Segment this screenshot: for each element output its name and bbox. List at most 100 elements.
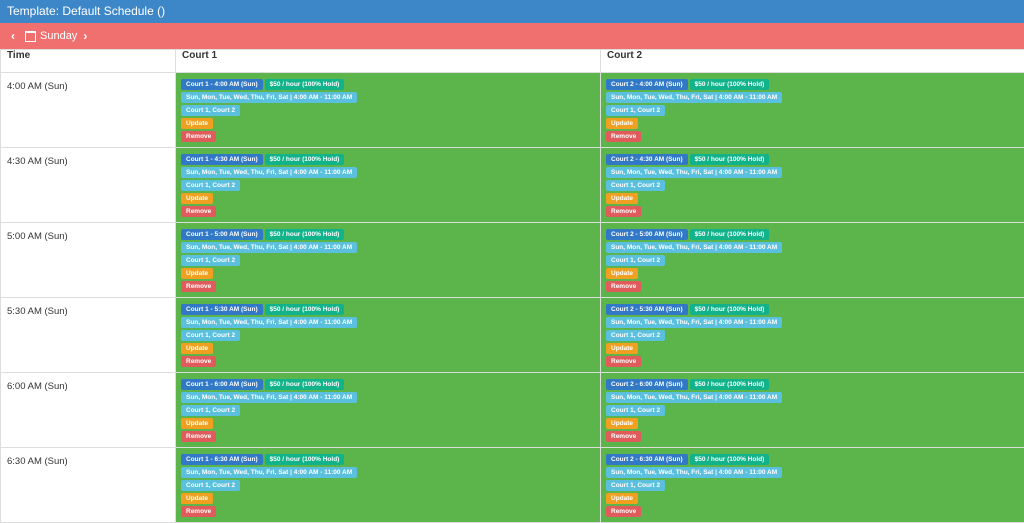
court-time-badge: Court 1 - 4:00 AM (Sun) — [181, 79, 263, 90]
courts-badge: Court 1, Court 2 — [606, 405, 666, 416]
update-button[interactable]: Update — [181, 193, 214, 204]
schedule-days-badge: Sun, Mon, Tue, Wed, Thu, Fri, Sat | 4:00… — [606, 467, 783, 478]
court-time-badge: Court 2 - 6:00 AM (Sun) — [606, 379, 688, 390]
update-button[interactable]: Update — [181, 268, 214, 279]
update-button[interactable]: Update — [181, 418, 214, 429]
courts-badge: Court 1, Court 2 — [606, 105, 666, 116]
court-time-badge: Court 2 - 5:30 AM (Sun) — [606, 304, 688, 315]
remove-button[interactable]: Remove — [606, 431, 642, 442]
court-time-badge: Court 1 - 5:00 AM (Sun) — [181, 229, 263, 240]
column-header-time: Time — [0, 49, 176, 73]
price-badge: $50 / hour (100% Hold) — [264, 229, 345, 240]
court-slot-cell[interactable]: Court 1 - 4:30 AM (Sun) $50 / hour (100% … — [175, 147, 601, 223]
update-button[interactable]: Update — [606, 493, 639, 504]
court-slot-cell[interactable]: Court 1 - 6:00 AM (Sun) $50 / hour (100% … — [175, 372, 601, 448]
previous-day-button[interactable]: ‹ — [11, 29, 25, 43]
court-time-badge: Court 2 - 6:30 AM (Sun) — [606, 454, 688, 465]
court-slot-cell[interactable]: Court 2 - 6:30 AM (Sun) $50 / hour (100% … — [600, 447, 1024, 523]
court-slot-cell[interactable]: Court 2 - 4:30 AM (Sun) $50 / hour (100% … — [600, 147, 1024, 223]
court-slot-cell[interactable]: Court 2 - 4:00 AM (Sun) $50 / hour (100% … — [600, 72, 1024, 148]
court-slot-cell[interactable]: Court 2 - 5:30 AM (Sun) $50 / hour (100% … — [600, 297, 1024, 373]
schedule-days-badge: Sun, Mon, Tue, Wed, Thu, Fri, Sat | 4:00… — [606, 167, 783, 178]
update-button[interactable]: Update — [606, 193, 639, 204]
schedule-days-badge: Sun, Mon, Tue, Wed, Thu, Fri, Sat | 4:00… — [606, 392, 783, 403]
time-cell: 5:00 AM (Sun) — [0, 222, 176, 298]
update-button[interactable]: Update — [606, 343, 639, 354]
remove-button[interactable]: Remove — [606, 206, 642, 217]
court-time-badge: Court 2 - 4:30 AM (Sun) — [606, 154, 688, 165]
time-cell: 5:30 AM (Sun) — [0, 297, 176, 373]
price-badge: $50 / hour (100% Hold) — [264, 454, 345, 465]
table-row: 6:30 AM (Sun) Court 1 - 6:30 AM (Sun) $50 … — [0, 447, 1024, 523]
courts-badge: Court 1, Court 2 — [606, 330, 666, 341]
column-header-court-1: Court 1 — [175, 49, 601, 73]
court-slot-cell[interactable]: Court 1 - 4:00 AM (Sun) $50 / hour (100% … — [175, 72, 601, 148]
courts-badge: Court 1, Court 2 — [606, 480, 666, 491]
day-navigation: ‹ Sunday › — [0, 23, 1024, 49]
court-time-badge: Court 1 - 6:00 AM (Sun) — [181, 379, 263, 390]
remove-button[interactable]: Remove — [181, 356, 217, 367]
remove-button[interactable]: Remove — [181, 506, 217, 517]
table-row: 5:30 AM (Sun) Court 1 - 5:30 AM (Sun) $50 … — [0, 297, 1024, 373]
court-time-badge: Court 1 - 6:30 AM (Sun) — [181, 454, 263, 465]
table-row: 5:00 AM (Sun) Court 1 - 5:00 AM (Sun) $50 … — [0, 222, 1024, 298]
update-button[interactable]: Update — [181, 118, 214, 129]
schedule-days-badge: Sun, Mon, Tue, Wed, Thu, Fri, Sat | 4:00… — [606, 317, 783, 328]
next-day-button[interactable]: › — [83, 29, 97, 43]
column-header-court-2: Court 2 — [600, 49, 1024, 73]
court-slot-cell[interactable]: Court 1 - 6:30 AM (Sun) $50 / hour (100% … — [175, 447, 601, 523]
court-slot-cell[interactable]: Court 1 - 5:00 AM (Sun) $50 / hour (100% … — [175, 222, 601, 298]
template-title-bar: Template: Default Schedule () — [0, 0, 1024, 23]
schedule-days-badge: Sun, Mon, Tue, Wed, Thu, Fri, Sat | 4:00… — [181, 242, 358, 253]
schedule-days-badge: Sun, Mon, Tue, Wed, Thu, Fri, Sat | 4:00… — [181, 92, 358, 103]
schedule-days-badge: Sun, Mon, Tue, Wed, Thu, Fri, Sat | 4:00… — [181, 317, 358, 328]
time-cell: 6:30 AM (Sun) — [0, 447, 176, 523]
schedule-days-badge: Sun, Mon, Tue, Wed, Thu, Fri, Sat | 4:00… — [606, 92, 783, 103]
update-button[interactable]: Update — [606, 268, 639, 279]
time-cell: 4:30 AM (Sun) — [0, 147, 176, 223]
courts-badge: Court 1, Court 2 — [181, 330, 241, 341]
page-title: Template: Default Schedule () — [7, 4, 166, 18]
court-slot-cell[interactable]: Court 1 - 5:30 AM (Sun) $50 / hour (100% … — [175, 297, 601, 373]
courts-badge: Court 1, Court 2 — [181, 180, 241, 191]
price-badge: $50 / hour (100% Hold) — [689, 379, 770, 390]
time-cell: 6:00 AM (Sun) — [0, 372, 176, 448]
remove-button[interactable]: Remove — [606, 281, 642, 292]
courts-badge: Court 1, Court 2 — [181, 255, 241, 266]
courts-badge: Court 1, Court 2 — [181, 480, 241, 491]
price-badge: $50 / hour (100% Hold) — [689, 154, 770, 165]
price-badge: $50 / hour (100% Hold) — [264, 304, 345, 315]
table-row: 6:00 AM (Sun) Court 1 - 6:00 AM (Sun) $50 … — [0, 372, 1024, 448]
price-badge: $50 / hour (100% Hold) — [689, 454, 770, 465]
price-badge: $50 / hour (100% Hold) — [689, 229, 770, 240]
current-day-label[interactable]: Sunday — [40, 30, 77, 42]
courts-badge: Court 1, Court 2 — [606, 255, 666, 266]
price-badge: $50 / hour (100% Hold) — [264, 79, 345, 90]
remove-button[interactable]: Remove — [606, 506, 642, 517]
schedule-days-badge: Sun, Mon, Tue, Wed, Thu, Fri, Sat | 4:00… — [181, 167, 358, 178]
court-slot-cell[interactable]: Court 2 - 5:00 AM (Sun) $50 / hour (100% … — [600, 222, 1024, 298]
calendar-icon — [25, 30, 36, 42]
court-slot-cell[interactable]: Court 2 - 6:00 AM (Sun) $50 / hour (100% … — [600, 372, 1024, 448]
price-badge: $50 / hour (100% Hold) — [689, 79, 770, 90]
court-time-badge: Court 1 - 5:30 AM (Sun) — [181, 304, 263, 315]
court-time-badge: Court 2 - 5:00 AM (Sun) — [606, 229, 688, 240]
remove-button[interactable]: Remove — [181, 131, 217, 142]
update-button[interactable]: Update — [181, 493, 214, 504]
update-button[interactable]: Update — [606, 418, 639, 429]
remove-button[interactable]: Remove — [606, 356, 642, 367]
table-header-row: Time Court 1 Court 2 — [0, 49, 1024, 73]
time-cell: 4:00 AM (Sun) — [0, 72, 176, 148]
schedule-days-badge: Sun, Mon, Tue, Wed, Thu, Fri, Sat | 4:00… — [181, 392, 358, 403]
remove-button[interactable]: Remove — [181, 281, 217, 292]
courts-badge: Court 1, Court 2 — [181, 105, 241, 116]
remove-button[interactable]: Remove — [606, 131, 642, 142]
price-badge: $50 / hour (100% Hold) — [264, 379, 345, 390]
court-time-badge: Court 2 - 4:00 AM (Sun) — [606, 79, 688, 90]
update-button[interactable]: Update — [606, 118, 639, 129]
remove-button[interactable]: Remove — [181, 206, 217, 217]
update-button[interactable]: Update — [181, 343, 214, 354]
schedule-days-badge: Sun, Mon, Tue, Wed, Thu, Fri, Sat | 4:00… — [606, 242, 783, 253]
remove-button[interactable]: Remove — [181, 431, 217, 442]
courts-badge: Court 1, Court 2 — [181, 405, 241, 416]
